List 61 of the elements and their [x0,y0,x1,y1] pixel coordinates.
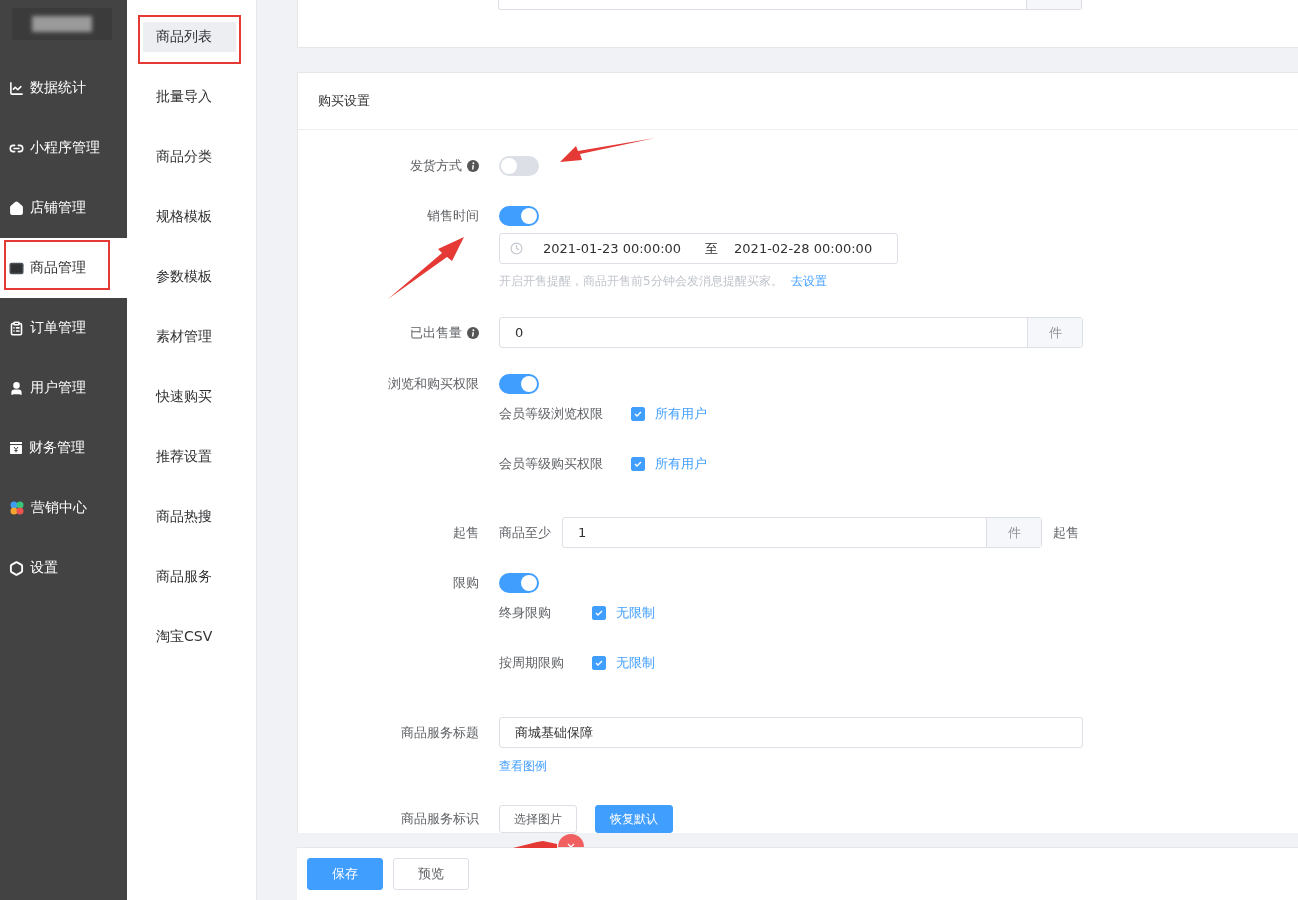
number-input[interactable]: 0 件 [499,317,1083,348]
option-label: 终身限购 [499,604,552,622]
option-label: 按周期限购 [499,654,564,672]
choose-button[interactable]: 选择图片 [499,805,577,833]
subnav-item[interactable]: 商品分类 [143,142,236,172]
field-label: 已出售量 [410,323,462,342]
field-label: 起售 [453,523,479,542]
subnav-item[interactable]: 淘宝CSV [143,622,236,652]
arrow-annotation [513,841,557,848]
section-title: 购买设置 [318,92,370,110]
info-icon [467,160,479,172]
checkbox-box[interactable] [592,606,606,620]
toggle-switch[interactable] [499,206,539,226]
hexagon-icon [9,560,24,576]
date-range-field[interactable]: 2021-01-23 00:00:00 至 2021-02-28 00:00:00 [499,233,898,264]
petals-icon [9,500,25,516]
sidebar-item[interactable]: 数据统计 [0,58,127,118]
chart-icon [9,80,24,96]
sidebar-item[interactable]: 营销中心 [0,478,127,538]
subnav-item[interactable]: 批量导入 [143,82,236,112]
field-label: 发货方式 [410,157,462,175]
subnav-item[interactable]: 参数模板 [143,262,236,292]
sidebar-item[interactable]: 设置 [0,538,127,598]
wallet-icon [9,441,23,455]
option-label: 会员等级购买权限 [499,455,603,473]
field-label: 销售时间 [427,207,479,225]
checkbox-box[interactable] [631,407,645,421]
sidebar-item[interactable]: 小程序管理 [0,118,127,178]
checkbox-box[interactable] [631,457,645,471]
subnav-item[interactable]: 商品热搜 [143,502,236,532]
subnav-item[interactable]: 商品列表 [143,22,236,52]
field-label: 商品服务标识 [401,810,479,828]
suffix-text: 起售 [1053,523,1079,542]
input-field[interactable] [498,0,1082,10]
sidebar-item[interactable]: 订单管理 [0,298,127,358]
subnav-item[interactable]: 商品服务 [143,562,236,592]
number-input[interactable]: 1 件 [562,517,1042,548]
field-label: 浏览和购买权限 [388,375,479,393]
toggle-switch[interactable] [499,156,539,176]
house-icon [9,200,24,216]
prefix-text: 商品至少 [499,523,551,542]
sidebar-item[interactable]: 财务管理 [0,418,127,478]
field-label: 限购 [453,574,479,592]
subnav-item[interactable]: 快速购买 [143,382,236,412]
field-label: 商品服务标题 [401,723,479,742]
subnav-item[interactable]: 素材管理 [143,322,236,352]
sidebar-item[interactable]: 商品管理 [0,238,127,298]
user-icon [9,380,24,396]
sidebar-item[interactable]: 店铺管理 [0,178,127,238]
clipboard-icon [9,320,24,336]
subnav-item[interactable]: 规格模板 [143,202,236,232]
toggle-switch[interactable] [499,374,539,394]
clock-icon [510,242,523,255]
text-input[interactable]: 商城基础保障 [499,717,1083,748]
subnav-item[interactable]: 推荐设置 [143,442,236,472]
info-icon [467,326,479,339]
preview-button[interactable]: 预览 [393,858,469,890]
sidebar-item[interactable]: 用户管理 [0,358,127,418]
toggle-switch[interactable] [499,573,539,593]
checkbox-box[interactable] [592,656,606,670]
option-label: 会员等级浏览权限 [499,405,603,423]
